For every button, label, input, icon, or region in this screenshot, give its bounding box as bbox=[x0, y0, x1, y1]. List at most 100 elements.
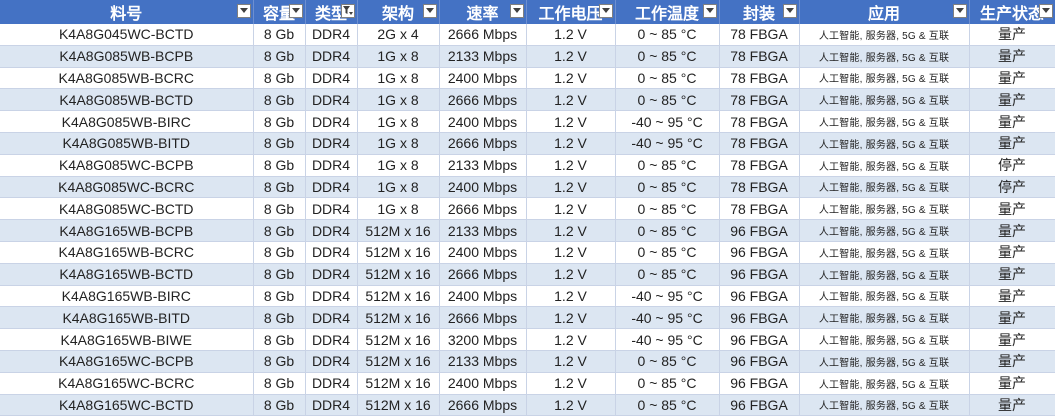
voltage-cell[interactable]: 1.2 V bbox=[526, 154, 616, 177]
application-cell[interactable]: 人工智能, 服务器, 5G & 互联 bbox=[799, 241, 970, 264]
status-cell[interactable]: 量产 bbox=[969, 45, 1055, 68]
package-cell[interactable]: 78 FBGA bbox=[719, 132, 800, 155]
type-cell[interactable]: DDR4 bbox=[305, 132, 358, 155]
architecture-cell[interactable]: 1G x 8 bbox=[357, 45, 440, 68]
status-cell[interactable]: 量产 bbox=[969, 306, 1055, 330]
architecture-cell[interactable]: 1G x 8 bbox=[357, 67, 440, 90]
architecture-cell[interactable]: 512M x 16 bbox=[357, 285, 440, 308]
application-cell[interactable]: 人工智能, 服务器, 5G & 互联 bbox=[799, 197, 970, 221]
voltage-cell[interactable]: 1.2 V bbox=[526, 241, 616, 264]
architecture-cell[interactable]: 1G x 8 bbox=[357, 88, 440, 112]
capacity-cell[interactable]: 8 Gb bbox=[253, 219, 306, 242]
type-cell[interactable]: DDR4 bbox=[305, 241, 358, 264]
filter-dropdown-icon[interactable] bbox=[509, 4, 524, 18]
capacity-cell[interactable]: 8 Gb bbox=[253, 88, 306, 112]
architecture-cell[interactable]: 512M x 16 bbox=[357, 241, 440, 264]
capacity-cell[interactable]: 8 Gb bbox=[253, 132, 306, 155]
part-number-cell[interactable]: K4A8G165WB-BIRC bbox=[0, 285, 254, 308]
status-cell[interactable]: 量产 bbox=[969, 328, 1055, 351]
status-cell[interactable]: 量产 bbox=[969, 197, 1055, 221]
temperature-cell[interactable]: -40 ~ 95 °C bbox=[615, 285, 720, 308]
type-cell[interactable]: DDR4 bbox=[305, 110, 358, 133]
architecture-cell[interactable]: 512M x 16 bbox=[357, 263, 440, 286]
type-cell[interactable]: DDR4 bbox=[305, 176, 358, 199]
type-cell[interactable]: DDR4 bbox=[305, 372, 358, 395]
package-cell[interactable]: 96 FBGA bbox=[719, 285, 800, 308]
temperature-cell[interactable]: 0 ~ 85 °C bbox=[615, 67, 720, 90]
type-cell[interactable]: DDR4 bbox=[305, 328, 358, 351]
part-number-cell[interactable]: K4A8G085WB-BIRC bbox=[0, 110, 254, 133]
application-cell[interactable]: 人工智能, 服务器, 5G & 互联 bbox=[799, 306, 970, 330]
status-cell[interactable]: 量产 bbox=[969, 241, 1055, 264]
application-cell[interactable]: 人工智能, 服务器, 5G & 互联 bbox=[799, 263, 970, 286]
voltage-cell[interactable]: 1.2 V bbox=[526, 263, 616, 286]
application-cell[interactable]: 人工智能, 服务器, 5G & 互联 bbox=[799, 350, 970, 373]
temperature-cell[interactable]: 0 ~ 85 °C bbox=[615, 45, 720, 68]
type-cell[interactable]: DDR4 bbox=[305, 24, 358, 46]
filter-dropdown-icon[interactable] bbox=[702, 4, 717, 18]
application-cell[interactable]: 人工智能, 服务器, 5G & 互联 bbox=[799, 176, 970, 199]
speed-cell[interactable]: 2133 Mbps bbox=[439, 219, 527, 242]
architecture-cell[interactable]: 512M x 16 bbox=[357, 219, 440, 242]
speed-cell[interactable]: 2666 Mbps bbox=[439, 263, 527, 286]
voltage-cell[interactable]: 1.2 V bbox=[526, 197, 616, 221]
application-cell[interactable]: 人工智能, 服务器, 5G & 互联 bbox=[799, 328, 970, 351]
voltage-cell[interactable]: 1.2 V bbox=[526, 328, 616, 351]
application-cell[interactable]: 人工智能, 服务器, 5G & 互联 bbox=[799, 67, 970, 90]
speed-cell[interactable]: 2400 Mbps bbox=[439, 67, 527, 90]
architecture-cell[interactable]: 1G x 8 bbox=[357, 110, 440, 133]
part-number-cell[interactable]: K4A8G165WB-BIWE bbox=[0, 328, 254, 351]
capacity-cell[interactable]: 8 Gb bbox=[253, 67, 306, 90]
part-number-cell[interactable]: K4A8G085WC-BCPB bbox=[0, 154, 254, 177]
status-cell[interactable]: 量产 bbox=[969, 219, 1055, 242]
part-number-cell[interactable]: K4A8G165WB-BCRC bbox=[0, 241, 254, 264]
temperature-cell[interactable]: 0 ~ 85 °C bbox=[615, 263, 720, 286]
speed-cell[interactable]: 2666 Mbps bbox=[439, 24, 527, 46]
status-cell[interactable]: 量产 bbox=[969, 110, 1055, 133]
part-number-cell[interactable]: K4A8G165WB-BCPB bbox=[0, 219, 254, 242]
temperature-cell[interactable]: 0 ~ 85 °C bbox=[615, 241, 720, 264]
temperature-cell[interactable]: 0 ~ 85 °C bbox=[615, 176, 720, 199]
part-number-cell[interactable]: K4A8G165WC-BCRC bbox=[0, 372, 254, 395]
status-cell[interactable]: 量产 bbox=[969, 132, 1055, 155]
status-cell[interactable]: 量产 bbox=[969, 350, 1055, 373]
architecture-cell[interactable]: 1G x 8 bbox=[357, 132, 440, 155]
capacity-cell[interactable]: 8 Gb bbox=[253, 154, 306, 177]
application-cell[interactable]: 人工智能, 服务器, 5G & 互联 bbox=[799, 110, 970, 133]
status-cell[interactable]: 量产 bbox=[969, 263, 1055, 286]
temperature-cell[interactable]: 0 ~ 85 °C bbox=[615, 372, 720, 395]
speed-cell[interactable]: 2400 Mbps bbox=[439, 285, 527, 308]
speed-cell[interactable]: 2666 Mbps bbox=[439, 132, 527, 155]
application-cell[interactable]: 人工智能, 服务器, 5G & 互联 bbox=[799, 372, 970, 395]
capacity-cell[interactable]: 8 Gb bbox=[253, 328, 306, 351]
status-cell[interactable]: 量产 bbox=[969, 285, 1055, 308]
architecture-cell[interactable]: 512M x 16 bbox=[357, 350, 440, 373]
application-cell[interactable]: 人工智能, 服务器, 5G & 互联 bbox=[799, 154, 970, 177]
voltage-cell[interactable]: 1.2 V bbox=[526, 306, 616, 330]
part-number-cell[interactable]: K4A8G085WC-BCRC bbox=[0, 176, 254, 199]
speed-cell[interactable]: 2133 Mbps bbox=[439, 45, 527, 68]
capacity-cell[interactable]: 8 Gb bbox=[253, 45, 306, 68]
package-cell[interactable]: 96 FBGA bbox=[719, 372, 800, 395]
capacity-cell[interactable]: 8 Gb bbox=[253, 197, 306, 221]
voltage-cell[interactable]: 1.2 V bbox=[526, 285, 616, 308]
speed-cell[interactable]: 2400 Mbps bbox=[439, 110, 527, 133]
filter-dropdown-icon[interactable] bbox=[598, 4, 613, 18]
capacity-cell[interactable]: 8 Gb bbox=[253, 263, 306, 286]
type-cell[interactable]: DDR4 bbox=[305, 263, 358, 286]
part-number-cell[interactable]: K4A8G085WB-BCPB bbox=[0, 45, 254, 68]
status-cell[interactable]: 量产 bbox=[969, 88, 1055, 112]
package-cell[interactable]: 96 FBGA bbox=[719, 219, 800, 242]
architecture-cell[interactable]: 512M x 16 bbox=[357, 372, 440, 395]
filter-dropdown-icon[interactable] bbox=[288, 4, 303, 18]
part-number-cell[interactable]: K4A8G085WB-BCRC bbox=[0, 67, 254, 90]
architecture-cell[interactable]: 512M x 16 bbox=[357, 306, 440, 330]
voltage-cell[interactable]: 1.2 V bbox=[526, 67, 616, 90]
application-cell[interactable]: 人工智能, 服务器, 5G & 互联 bbox=[799, 285, 970, 308]
architecture-cell[interactable]: 1G x 8 bbox=[357, 176, 440, 199]
speed-cell[interactable]: 2666 Mbps bbox=[439, 306, 527, 330]
architecture-cell[interactable]: 512M x 16 bbox=[357, 328, 440, 351]
architecture-cell[interactable]: 2G x 4 bbox=[357, 24, 440, 46]
part-number-cell[interactable]: K4A8G085WC-BCTD bbox=[0, 197, 254, 221]
package-cell[interactable]: 78 FBGA bbox=[719, 110, 800, 133]
